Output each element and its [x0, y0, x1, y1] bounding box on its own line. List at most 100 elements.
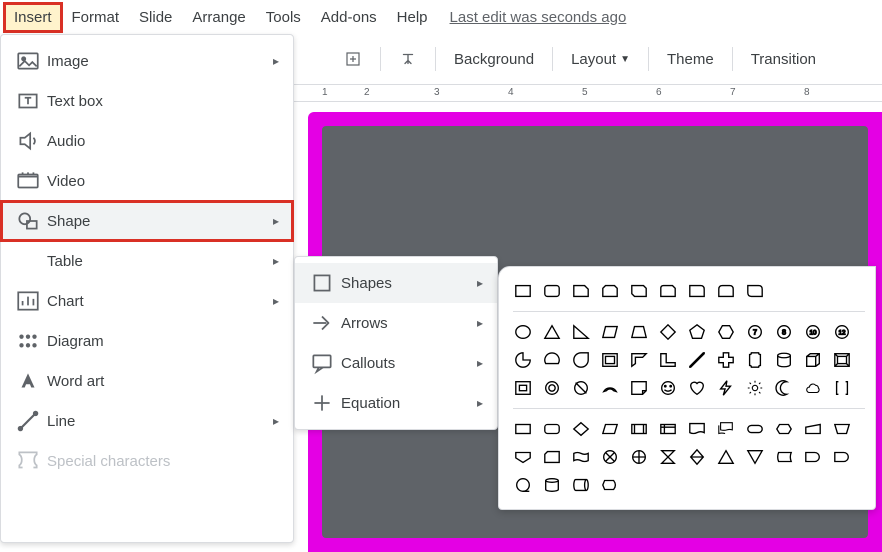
shape-flowchart-magnetic[interactable] [513, 475, 533, 495]
insert-table[interactable]: Table ▸ [1, 241, 293, 281]
shape-flowchart-display[interactable] [600, 475, 620, 495]
shape-flowchart-manual-input[interactable] [803, 419, 823, 439]
shape-flowchart-delay[interactable] [803, 447, 823, 467]
shape-flowchart-decision[interactable] [571, 419, 591, 439]
shape-chord[interactable] [542, 350, 562, 370]
shape-arc[interactable] [600, 378, 620, 398]
shape-oval[interactable] [513, 322, 533, 342]
new-slide-button[interactable] [330, 42, 376, 76]
shape-flowchart-or[interactable] [629, 447, 649, 467]
submenu-callouts[interactable]: Callouts ▸ [295, 343, 497, 383]
insert-line[interactable]: Line ▸ [1, 401, 293, 441]
theme-button[interactable]: Theme [653, 43, 728, 76]
shape-rectangle[interactable] [513, 281, 533, 301]
shape-teardrop[interactable] [571, 350, 591, 370]
shape-diag-stripe[interactable] [687, 350, 707, 370]
shape-heptagon[interactable]: 7 [745, 322, 765, 342]
shape-rounded-rectangle[interactable] [542, 281, 562, 301]
shape-cloud[interactable] [803, 378, 823, 398]
shape-flowchart-manual-op[interactable] [832, 419, 852, 439]
shape-flowchart-tape[interactable] [571, 447, 591, 467]
insert-image[interactable]: Image ▸ [1, 41, 293, 81]
shape-hexagon[interactable] [716, 322, 736, 342]
insert-video[interactable]: Video [1, 161, 293, 201]
menu-help[interactable]: Help [387, 3, 438, 32]
menu-format[interactable]: Format [62, 3, 130, 32]
shape-can[interactable] [774, 350, 794, 370]
shape-flowchart-merge[interactable] [745, 447, 765, 467]
shape-frame[interactable] [600, 350, 620, 370]
shape-snip-round[interactable] [658, 281, 678, 301]
menu-slide[interactable]: Slide [129, 3, 182, 32]
shape-half-frame[interactable] [629, 350, 649, 370]
shape-flowchart-prep[interactable] [774, 419, 794, 439]
shape-flowchart-predef[interactable] [629, 419, 649, 439]
shape-smiley[interactable] [658, 378, 678, 398]
shape-cube[interactable] [803, 350, 823, 370]
reset-layout-button[interactable] [385, 42, 431, 76]
insert-audio[interactable]: Audio [1, 121, 293, 161]
shape-diamond[interactable] [658, 322, 678, 342]
submenu-shapes[interactable]: Shapes ▸ [295, 263, 497, 303]
insert-chart[interactable]: Chart ▸ [1, 281, 293, 321]
shape-folded-corner[interactable] [629, 378, 649, 398]
shape-flowchart-document[interactable] [687, 419, 707, 439]
shape-lightning[interactable] [716, 378, 736, 398]
shape-snip-single[interactable] [571, 281, 591, 301]
shape-flowchart-sort[interactable] [687, 447, 707, 467]
shape-flowchart-direct[interactable] [571, 475, 591, 495]
shape-flowchart-stored[interactable] [774, 447, 794, 467]
menu-tools[interactable]: Tools [256, 3, 311, 32]
shape-pie[interactable] [513, 350, 533, 370]
shape-flowchart-extract[interactable] [716, 447, 736, 467]
menu-insert[interactable]: Insert [4, 3, 62, 32]
shape-flowchart-process[interactable] [513, 419, 533, 439]
submenu-arrows[interactable]: Arrows ▸ [295, 303, 497, 343]
background-button[interactable]: Background [440, 43, 548, 76]
shape-donut[interactable] [513, 378, 533, 398]
shape-flowchart-multidoc[interactable] [716, 419, 736, 439]
insert-wordart[interactable]: Word art [1, 361, 293, 401]
shape-right-triangle[interactable] [571, 322, 591, 342]
shape-round-same[interactable] [716, 281, 736, 301]
shape-heart[interactable] [687, 378, 707, 398]
shape-flowchart-seq[interactable] [832, 447, 852, 467]
shape-round-single[interactable] [687, 281, 707, 301]
shape-block-arc[interactable] [571, 378, 591, 398]
shape-snip-same[interactable] [600, 281, 620, 301]
shape-flowchart-internal[interactable] [658, 419, 678, 439]
insert-shape[interactable]: Shape ▸ [1, 201, 293, 241]
menu-addons[interactable]: Add-ons [311, 3, 387, 32]
shape-l[interactable] [658, 350, 678, 370]
shape-decagon[interactable]: 10 [803, 322, 823, 342]
shape-no[interactable] [542, 378, 562, 398]
shape-bevel[interactable] [832, 350, 852, 370]
insert-diagram[interactable]: Diagram [1, 321, 293, 361]
shape-double-bracket[interactable] [832, 378, 852, 398]
submenu-equation[interactable]: Equation ▸ [295, 383, 497, 423]
shape-flowchart-junction[interactable] [600, 447, 620, 467]
last-edit-status[interactable]: Last edit was seconds ago [450, 9, 627, 26]
shape-flowchart-terminator[interactable] [745, 419, 765, 439]
shape-sun[interactable] [745, 378, 765, 398]
shape-flowchart-connector[interactable] [513, 447, 533, 467]
shape-snip-diag[interactable] [629, 281, 649, 301]
transition-button[interactable]: Transition [737, 43, 830, 76]
shape-triangle[interactable] [542, 322, 562, 342]
shape-flowchart-data[interactable] [600, 419, 620, 439]
shape-round-diag[interactable] [745, 281, 765, 301]
shape-flowchart-card[interactable] [542, 447, 562, 467]
shape-dodecagon[interactable]: 12 [832, 322, 852, 342]
shape-trapezoid[interactable] [629, 322, 649, 342]
shape-cross[interactable] [716, 350, 736, 370]
shape-parallelogram[interactable] [600, 322, 620, 342]
shape-flowchart-disk[interactable] [542, 475, 562, 495]
shape-flowchart-collate[interactable] [658, 447, 678, 467]
shape-octagon[interactable]: 8 [774, 322, 794, 342]
shape-moon[interactable] [774, 378, 794, 398]
shape-flowchart-alt[interactable] [542, 419, 562, 439]
shape-plaque[interactable] [745, 350, 765, 370]
shape-pentagon[interactable] [687, 322, 707, 342]
layout-button[interactable]: Layout▼ [557, 43, 644, 76]
menu-arrange[interactable]: Arrange [182, 3, 255, 32]
